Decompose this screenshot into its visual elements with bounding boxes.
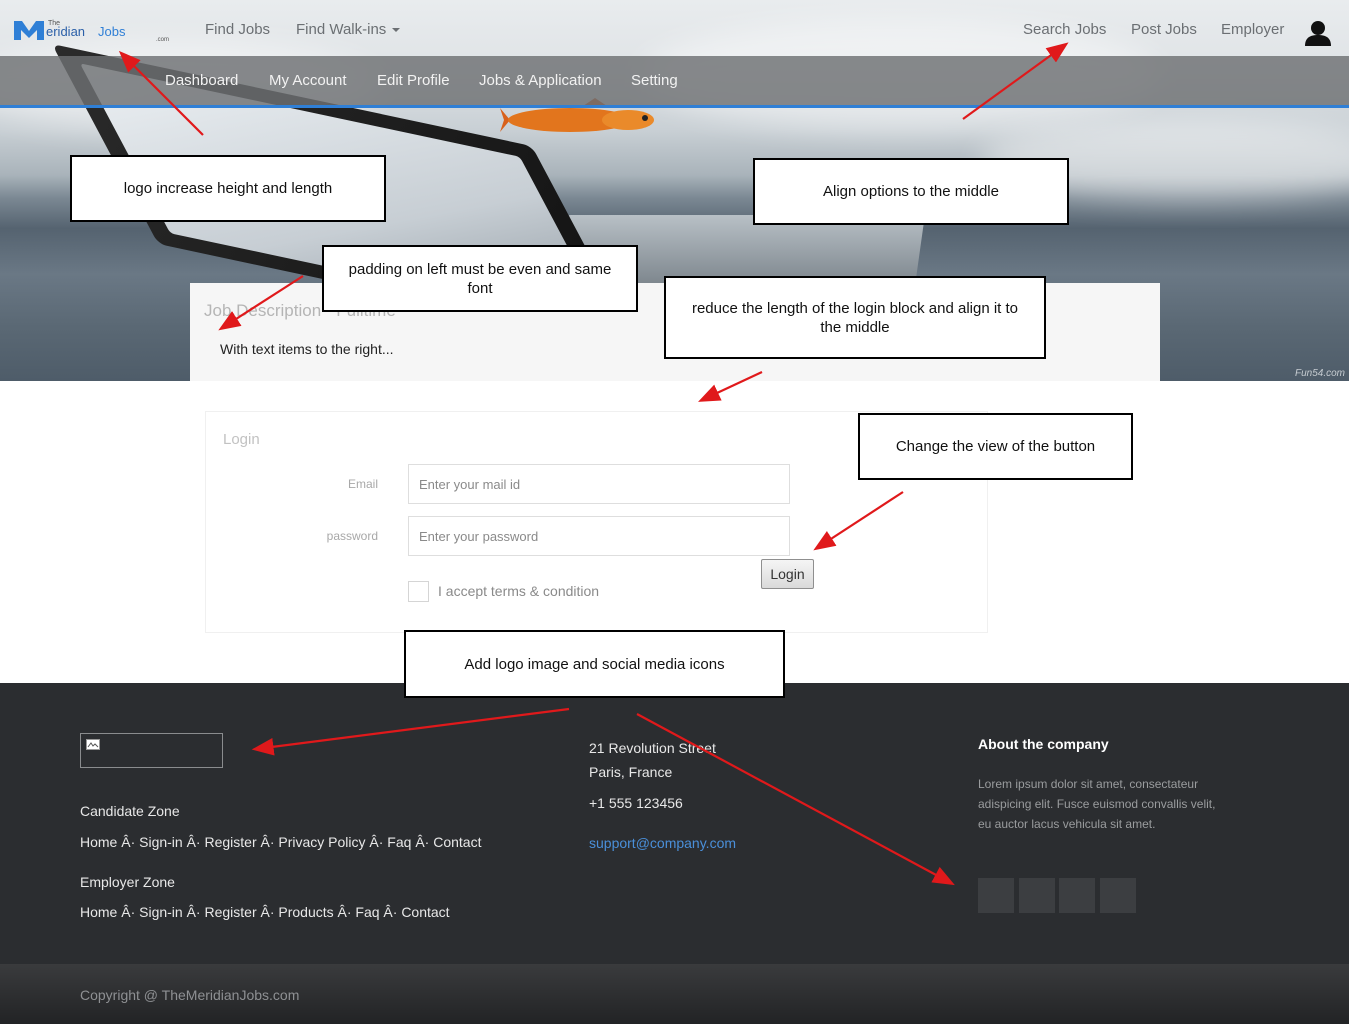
subnav-edit-profile[interactable]: Edit Profile <box>377 72 450 89</box>
svg-text:Jobs: Jobs <box>98 24 126 39</box>
about-title: About the company <box>978 736 1109 752</box>
social-icon-2[interactable] <box>1019 878 1055 913</box>
employer-zone-heading: Employer Zone <box>80 874 175 890</box>
footer-logo-placeholder <box>80 733 223 768</box>
copyright-text: Copyright @ TheMeridianJobs.com <box>80 987 300 1003</box>
about-body: Lorem ipsum dolor sit amet, consectateur… <box>978 777 1216 831</box>
annotation-note: Add logo image and social media icons <box>404 630 785 698</box>
social-icon-1[interactable] <box>978 878 1014 913</box>
annotation-note: padding on left must be even and same fo… <box>322 245 638 312</box>
annotation-note: logo increase height and length <box>70 155 386 222</box>
login-button[interactable]: Login <box>761 559 814 589</box>
employer-zone-links[interactable]: Home Â· Sign-in Â· Register Â· Products … <box>80 904 450 920</box>
annotation-note: Align options to the middle <box>753 158 1069 225</box>
subnav-dashboard[interactable]: Dashboard <box>165 72 238 89</box>
brand-logo[interactable]: The eridian Jobs .com <box>14 18 176 42</box>
subnav-setting[interactable]: Setting <box>631 72 678 89</box>
svg-text:.com: .com <box>156 37 169 42</box>
nav-search-jobs[interactable]: Search Jobs <box>1023 21 1106 38</box>
user-icon[interactable] <box>1304 20 1332 46</box>
annotation-note: reduce the length of the login block and… <box>664 276 1046 359</box>
address-line-1: 21 Revolution Street <box>589 740 716 756</box>
phone-number: +1 555 123456 <box>589 795 683 811</box>
email-field[interactable] <box>408 464 790 504</box>
chevron-down-icon <box>392 28 401 33</box>
top-navbar: The eridian Jobs .com Find Jobs Find Wal… <box>0 0 1349 56</box>
email-label: Email <box>347 477 378 491</box>
social-icon-4[interactable] <box>1100 878 1136 913</box>
annotation-note: Change the view of the button <box>858 413 1133 480</box>
watermark: Fun54.com <box>1294 368 1345 379</box>
subnav-jobs-application[interactable]: Jobs & Application <box>479 72 602 89</box>
page: Fun54.com The eridian Jobs .com Find Job… <box>0 0 1349 1024</box>
nav-post-jobs[interactable]: Post Jobs <box>1131 21 1197 38</box>
nav-employer[interactable]: Employer <box>1221 21 1284 38</box>
copyright-bar: Copyright @ TheMeridianJobs.com <box>0 964 1349 1024</box>
password-field[interactable] <box>408 516 790 556</box>
sub-navbar: Dashboard My Account Edit Profile Jobs &… <box>0 56 1349 108</box>
candidate-zone-heading: Candidate Zone <box>80 803 180 819</box>
nav-find-walkins-label: Find Walk-ins <box>296 21 387 38</box>
nav-find-jobs[interactable]: Find Jobs <box>205 21 270 38</box>
support-email-link[interactable]: support@company.com <box>589 835 736 851</box>
terms-label: I accept terms & condition <box>438 583 600 599</box>
subnav-my-account[interactable]: My Account <box>269 72 347 89</box>
candidate-zone-links[interactable]: Home Â· Sign-in Â· Register Â· Privacy P… <box>80 834 481 850</box>
password-label: password <box>326 529 378 543</box>
nav-find-walkins[interactable]: Find Walk-ins <box>296 21 401 38</box>
address-line-2: Paris, France <box>589 764 673 780</box>
job-description-subtitle: With text items to the right... <box>220 341 394 357</box>
login-title: Login <box>223 431 260 448</box>
broken-image-icon <box>86 739 100 750</box>
svg-text:eridian: eridian <box>46 24 85 39</box>
footer: Candidate Zone Home Â· Sign-in Â· Regist… <box>0 683 1349 964</box>
social-icon-3[interactable] <box>1059 878 1095 913</box>
terms-checkbox[interactable] <box>408 581 429 602</box>
